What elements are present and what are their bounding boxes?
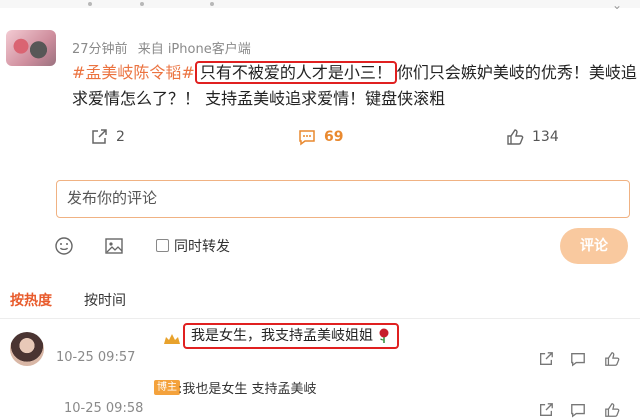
reply-time: 10-25 09:58 (64, 401, 144, 416)
comment-like-button[interactable] (604, 351, 620, 367)
dot-icon (140, 2, 144, 6)
reply-text: :我也是女生 支持孟美岐 (178, 382, 317, 397)
like-icon (507, 129, 524, 145)
emoji-icon (55, 237, 73, 255)
post-meta: 27分钟前 来自 iPhone客户端 (72, 38, 257, 57)
comment-time: 10-25 09:57 (56, 350, 136, 365)
tab-sort-by-time[interactable]: 按时间 (84, 290, 126, 310)
member-badge-icon (162, 332, 182, 346)
chevron-down-icon[interactable]: ⌄ (612, 0, 622, 11)
comment-count: 69 (324, 129, 344, 145)
author-badge: 博主 (154, 380, 180, 395)
also-repost-label[interactable]: 同时转发 (174, 236, 230, 256)
submit-comment-button[interactable]: 评论 (560, 228, 628, 264)
reply-icon (571, 353, 585, 367)
like-icon (605, 403, 620, 417)
reply-share-button[interactable] (538, 402, 554, 418)
dot-icon (210, 2, 214, 6)
comment-share-button[interactable] (538, 351, 554, 367)
share-icon (92, 129, 107, 144)
share-count: 2 (116, 129, 125, 145)
commenter-avatar[interactable] (10, 332, 44, 366)
comment-text-content: 我是女生，我支持孟美岐姐姐 (191, 328, 373, 344)
like-count: 134 (532, 129, 559, 145)
dot-icon (88, 2, 92, 6)
comment-input[interactable]: 发布你的评论 (56, 180, 630, 218)
rose-icon (377, 328, 391, 344)
highlighted-sentence: 只有不被爱的人才是小三！ (194, 61, 397, 84)
like-button[interactable]: 134 (506, 126, 559, 148)
comment-reply-button[interactable] (570, 351, 586, 367)
reply-reply-button[interactable] (570, 402, 586, 418)
hashtag-link[interactable]: #孟美岐陈令韬# (72, 63, 195, 82)
post-author-avatar[interactable] (6, 30, 56, 66)
share-button[interactable]: 2 (90, 126, 125, 148)
image-button[interactable] (104, 236, 124, 256)
comment-button[interactable]: 69 (298, 126, 343, 148)
post-text: #孟美岐陈令韬# 只有不被爱的人才是小三！ 你们只会嫉妒美岐的优秀！美岐追求爱情怎么… (72, 60, 638, 112)
divider (0, 318, 640, 319)
like-icon (605, 352, 620, 366)
emoji-button[interactable] (54, 236, 74, 256)
reply-icon (571, 404, 585, 418)
tab-sort-by-hot[interactable]: 按热度 (10, 290, 52, 310)
image-icon (105, 238, 123, 254)
share-icon (540, 352, 553, 365)
share-icon (540, 403, 553, 416)
post-time: 27分钟前 (72, 42, 128, 57)
post-source: 来自 iPhone客户端 (137, 42, 251, 57)
reply-like-button[interactable] (604, 402, 620, 418)
comment-text: 我是女生，我支持孟美岐姐姐 (183, 323, 399, 349)
also-repost-checkbox[interactable] (156, 239, 169, 252)
comment-icon (299, 130, 315, 146)
previous-item-edge (0, 0, 640, 8)
